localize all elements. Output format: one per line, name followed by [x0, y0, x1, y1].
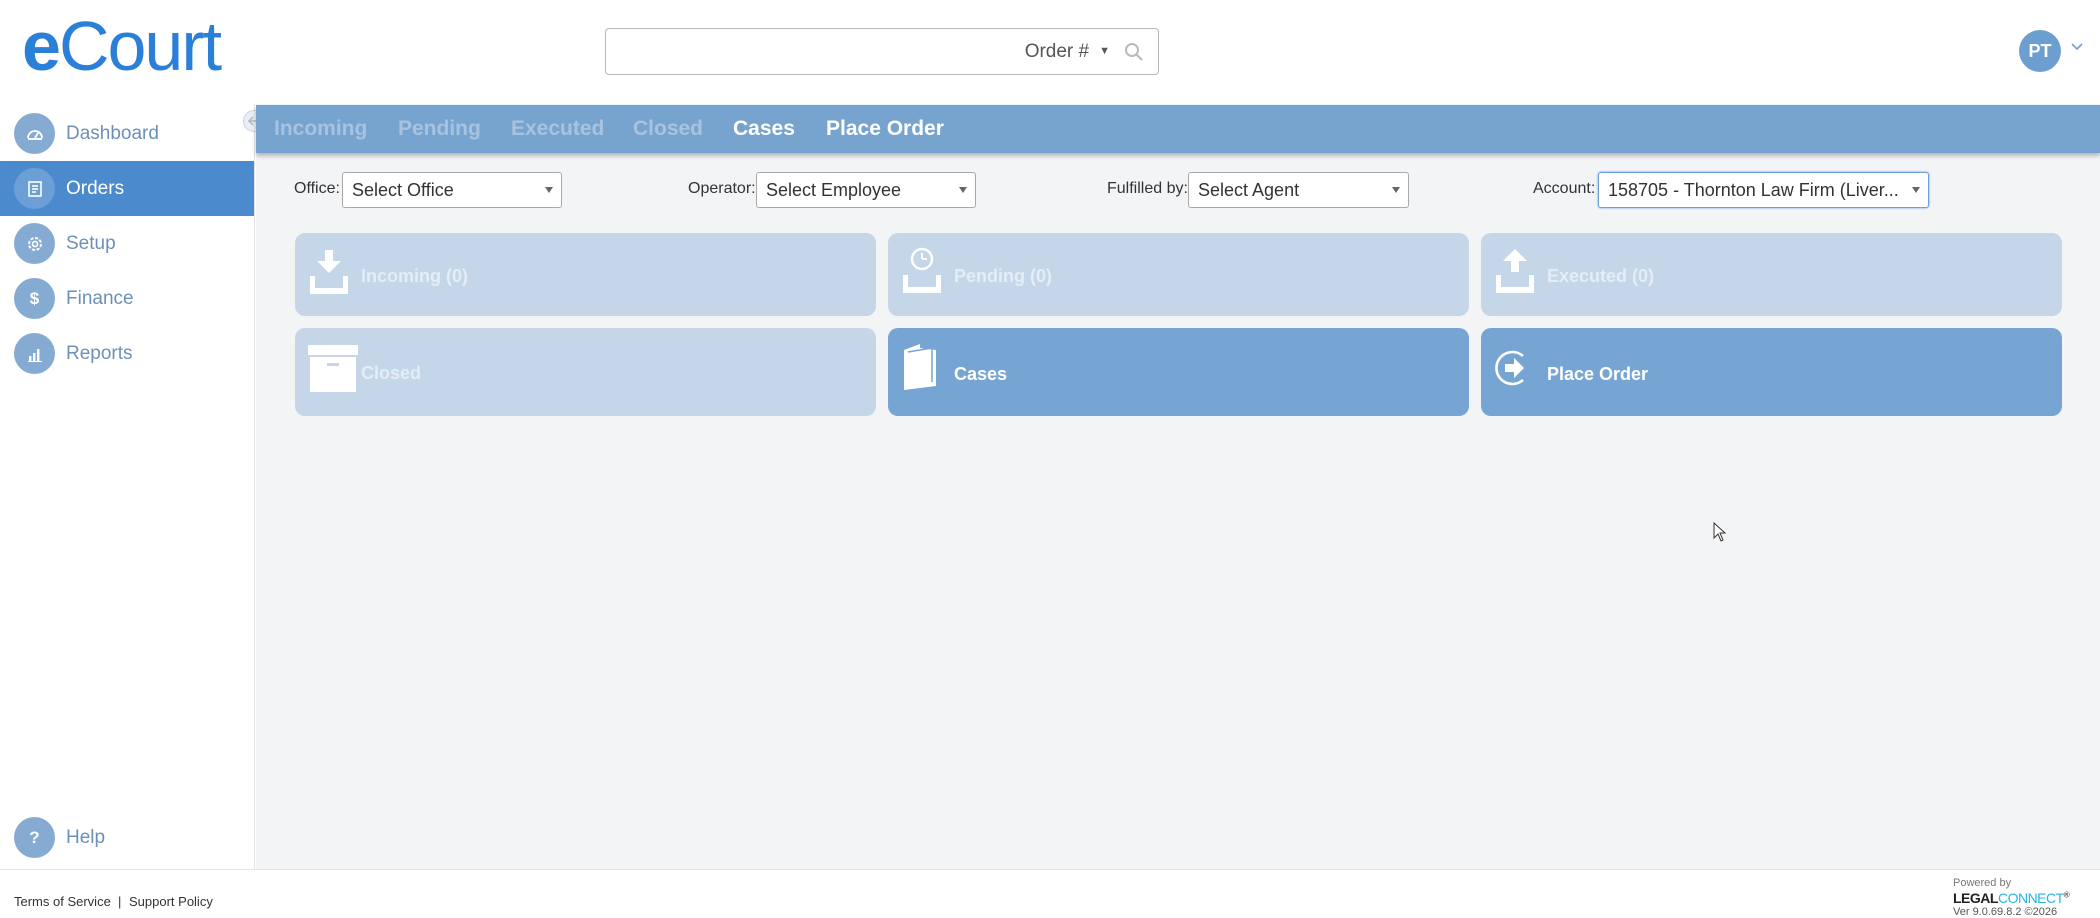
version-label: Ver 9.0.69.8.2 ©2026	[1953, 906, 2058, 918]
sidebar: Dashboard Orders Setup $ Finance Reports…	[0, 104, 255, 869]
footer-separator: |	[118, 894, 122, 909]
tile-label: Executed (0)	[1547, 266, 1655, 286]
chevron-down-icon: ▼	[1099, 45, 1110, 57]
support-policy-link[interactable]: Support Policy	[129, 894, 213, 909]
fulfilled-by-select[interactable]: Select Agent	[1188, 172, 1409, 208]
tab-executed: Executed	[511, 117, 605, 140]
main-content: Incoming Pending Executed Closed Cases P…	[256, 104, 2100, 869]
incoming-tile: Incoming (0)	[295, 233, 876, 316]
search-icon[interactable]	[1124, 42, 1144, 62]
fulfilled-by-label: Fulfilled by:	[1107, 180, 1188, 197]
tab-bar: Incoming Pending Executed Closed Cases P…	[256, 105, 2100, 153]
dropdown-arrow-icon	[1912, 187, 1920, 193]
operator-select[interactable]: Select Employee	[756, 172, 976, 208]
dollar-icon: $	[14, 278, 55, 319]
sidebar-item-setup[interactable]: Setup	[0, 216, 254, 271]
search-mode-select[interactable]: Order # ▼	[1025, 41, 1110, 63]
cases-tile[interactable]: Cases	[888, 328, 1469, 416]
sidebar-item-label: Orders	[66, 177, 125, 199]
gear-icon	[14, 223, 55, 264]
tab-pending: Pending	[398, 117, 481, 140]
sidebar-item-help[interactable]: ? Help	[0, 810, 254, 865]
ecourt-logo[interactable]: eCourt	[22, 6, 222, 86]
chevron-down-icon[interactable]	[2070, 40, 2084, 54]
account-select[interactable]: 158705 - Thornton Law Firm (Liver...	[1598, 172, 1929, 208]
footer: Terms of Service | Support Policy Powere…	[0, 869, 2100, 918]
dropdown-arrow-icon	[545, 187, 553, 193]
executed-tile: Executed (0)	[1481, 233, 2062, 316]
terms-of-service-link[interactable]: Terms of Service	[14, 894, 111, 909]
sidebar-item-orders[interactable]: Orders	[0, 161, 254, 216]
tab-closed: Closed	[633, 117, 704, 140]
sidebar-item-dashboard[interactable]: Dashboard	[0, 106, 254, 161]
closed-tile: Closed	[295, 328, 876, 416]
mouse-cursor-icon	[1713, 522, 1727, 542]
folder-icon	[904, 344, 936, 390]
arrow-circle-icon	[1495, 350, 1524, 386]
tab-place-order[interactable]: Place Order	[826, 117, 944, 141]
user-avatar[interactable]: PT	[2019, 30, 2061, 72]
orders-icon	[14, 168, 55, 209]
sidebar-item-label: Reports	[66, 342, 133, 364]
sidebar-item-label: Setup	[66, 232, 116, 254]
archive-box-icon	[308, 345, 358, 392]
tile-label: Cases	[954, 364, 1008, 384]
top-header: eCourt Order # ▼ PT	[0, 0, 2100, 104]
outbox-upload-icon	[1496, 249, 1534, 293]
place-order-tile[interactable]: Place Order	[1481, 328, 2062, 416]
dashboard-icon	[14, 113, 55, 154]
legalconnect-logo: LEGALCONNECT®	[1953, 890, 2070, 906]
sidebar-item-reports[interactable]: Reports	[0, 326, 254, 381]
sidebar-item-label: Dashboard	[66, 122, 159, 144]
sidebar-item-label: Help	[66, 826, 106, 848]
pending-tile: Pending (0)	[888, 233, 1469, 316]
dropdown-arrow-icon	[959, 187, 967, 193]
clock-tray-icon	[903, 247, 941, 293]
operator-label: Operator:	[688, 180, 756, 197]
sidebar-item-finance[interactable]: $ Finance	[0, 271, 254, 326]
tile-label: Place Order	[1547, 364, 1649, 384]
office-select[interactable]: Select Office	[342, 172, 562, 208]
sidebar-item-label: Finance	[66, 287, 134, 309]
tab-cases[interactable]: Cases	[733, 117, 795, 141]
tile-label: Pending (0)	[954, 266, 1052, 286]
office-label: Office:	[294, 180, 340, 197]
search-input[interactable]	[616, 39, 996, 65]
tile-label: Incoming (0)	[361, 266, 468, 286]
tile-label: Closed	[361, 363, 422, 383]
tab-incoming: Incoming	[274, 117, 368, 140]
powered-by-label: Powered by	[1953, 877, 2012, 889]
search-bar[interactable]: Order # ▼	[605, 28, 1159, 75]
account-label: Account:	[1533, 180, 1596, 197]
dropdown-arrow-icon	[1392, 187, 1400, 193]
bar-chart-icon	[14, 333, 55, 374]
inbox-download-icon	[310, 250, 348, 294]
help-icon: ?	[14, 817, 55, 858]
